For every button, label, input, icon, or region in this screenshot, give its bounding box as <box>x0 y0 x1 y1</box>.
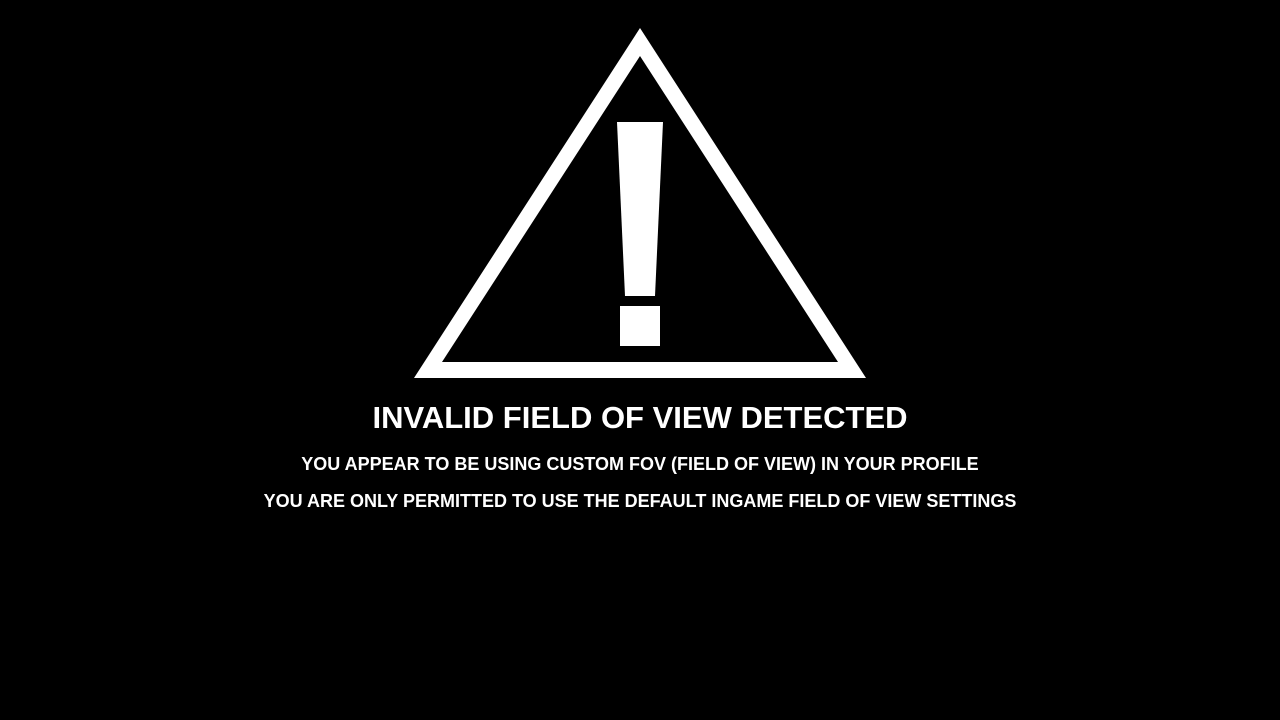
warning-triangle-icon <box>414 28 866 378</box>
exclamation-dot <box>620 306 660 346</box>
warning-title: INVALID FIELD OF VIEW DETECTED <box>372 400 908 435</box>
fov-warning-screen: INVALID FIELD OF VIEW DETECTED YOU APPEA… <box>0 0 1280 720</box>
exclamation-bar <box>617 122 663 296</box>
warning-message-line-1: YOU APPEAR TO BE USING CUSTOM FOV (FIELD… <box>301 454 979 474</box>
warning-message-line-2: YOU ARE ONLY PERMITTED TO USE THE DEFAUL… <box>263 491 1017 511</box>
